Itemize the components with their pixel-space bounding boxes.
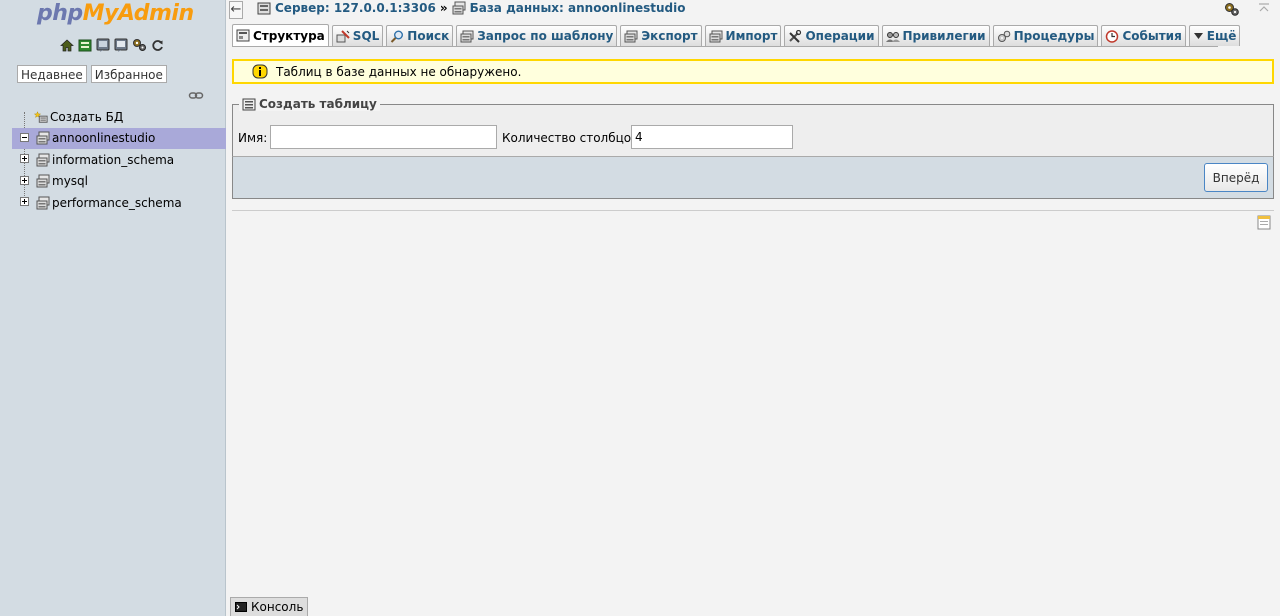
tab-label: SQL (352, 29, 380, 43)
database-name: information_schema (52, 152, 175, 167)
database-name: mysql (52, 174, 88, 189)
collapse-top-icon[interactable] (1258, 2, 1270, 14)
tab-label: Ещё (1206, 29, 1237, 43)
tab-label: Структура (253, 28, 325, 43)
settings-icon[interactable] (1224, 2, 1240, 17)
tab-operations[interactable]: Операции (784, 25, 879, 46)
tab-sql[interactable]: SQL (331, 25, 384, 46)
structure-icon (236, 29, 250, 42)
tab-label: Импорт (725, 29, 778, 43)
tab-search[interactable]: Поиск (386, 25, 454, 46)
reload-icon[interactable] (149, 37, 165, 53)
breadcrumb-server-link[interactable]: Сервер: 127.0.0.1:3306 (275, 1, 436, 15)
expand-icon[interactable] (20, 197, 29, 206)
recent-tables-button[interactable]: Недавнее (17, 65, 87, 83)
chevron-down-icon (1193, 33, 1203, 39)
legend-label: Создать таблицу (259, 97, 377, 111)
info-icon (252, 64, 268, 79)
breadcrumb-separator: » (439, 1, 448, 15)
database-item-mysql[interactable]: mysql (0, 171, 226, 193)
create-database-item[interactable]: Создать БД (0, 106, 226, 128)
go-button[interactable]: Вперёд (1204, 163, 1268, 192)
database-name: annoonlinestudio (52, 131, 156, 146)
tab-events[interactable]: События (1101, 25, 1186, 46)
privileges-icon (885, 31, 900, 42)
tab-label: Операции (805, 29, 875, 43)
collapse-icon[interactable] (20, 132, 29, 142)
navigation-tabs: Недавнее Избранное (17, 65, 167, 83)
create-table-fieldset: Создать таблицу Имя: Количество столбцов… (232, 97, 1274, 156)
events-icon (1106, 29, 1119, 43)
page-settings-icon[interactable] (1257, 215, 1271, 230)
query-icon (460, 30, 474, 42)
breadcrumb: Сервер: 127.0.0.1:3306 » База данных: an… (257, 1, 686, 15)
breadcrumb-database-link[interactable]: База данных: annoonlinestudio (470, 1, 686, 15)
navigation-panel: phpMyAdmin Недавнее Избранное Создать БД… (0, 0, 226, 616)
settings-icon[interactable] (131, 37, 147, 53)
logo-php: php (37, 1, 83, 26)
top-right-controls (1224, 2, 1270, 17)
database-icon (36, 153, 50, 167)
create-table-footer: Вперёд (232, 156, 1274, 199)
tab-label: Процедуры (1013, 29, 1095, 43)
docs-icon[interactable] (95, 37, 111, 53)
tabs-divider (232, 46, 1218, 47)
logo-myadmin: MyAdmin (82, 1, 194, 26)
tab-label: События (1122, 29, 1182, 43)
database-icon (36, 196, 50, 210)
console-toggle-button[interactable]: Консоль (230, 597, 309, 616)
tab-privileges[interactable]: Привилегии (881, 25, 990, 46)
exit-icon[interactable] (77, 37, 93, 53)
database-icon (452, 1, 466, 15)
import-icon (709, 30, 723, 42)
favorite-tables-button[interactable]: Избранное (90, 65, 167, 83)
tab-import[interactable]: Импорт (704, 25, 782, 46)
expand-icon[interactable] (20, 175, 29, 185)
create-database-label: Создать БД (50, 109, 124, 124)
notice-text: Таблиц в базе данных не обнаружено. (276, 64, 522, 79)
routines-icon (997, 30, 1010, 42)
tab-label: Привилегии (902, 29, 986, 43)
tab-query[interactable]: Запрос по шаблону (456, 25, 618, 46)
export-icon (624, 30, 638, 42)
main-panel: ← Сервер: 127.0.0.1:3306 » База данных: … (228, 0, 1280, 616)
tab-more[interactable]: Ещё (1188, 25, 1241, 46)
database-item-performance-schema[interactable]: performance_schema (0, 192, 226, 214)
table-name-input[interactable] (270, 125, 497, 149)
database-item-information-schema[interactable]: information_schema (0, 149, 226, 171)
phpmyadmin-logo[interactable]: phpMyAdmin (37, 1, 194, 27)
create-table-legend: Создать таблицу (239, 97, 380, 111)
sql-icon (336, 29, 350, 42)
link-with-main-panel-icon[interactable] (188, 90, 204, 102)
expand-icon[interactable] (20, 154, 29, 163)
database-tree: Создать БД annoonlinestudio information_… (0, 106, 226, 214)
database-tabs: Структура SQL Поиск Запрос по шаблону Эк… (232, 24, 1241, 47)
tab-label: Запрос по шаблону (477, 29, 614, 43)
search-icon (391, 30, 404, 43)
content-divider (232, 210, 1274, 211)
console-label: Консоль (251, 600, 304, 614)
tab-label: Поиск (407, 29, 450, 43)
tab-label: Экспорт (641, 29, 698, 43)
collapse-navigation-button[interactable]: ← (229, 1, 243, 19)
columns-count-label: Количество столбцов: (502, 131, 643, 145)
database-icon (36, 131, 50, 145)
new-database-icon (34, 110, 48, 123)
navigation-icons (59, 37, 165, 53)
notice-message: Таблиц в базе данных не обнаружено. (232, 59, 1274, 84)
home-icon[interactable] (59, 37, 75, 53)
sql-docs-icon[interactable] (113, 37, 129, 53)
new-table-icon (242, 98, 256, 110)
database-item-annoonlinestudio[interactable]: annoonlinestudio (12, 127, 226, 149)
tab-export[interactable]: Экспорт (620, 25, 702, 46)
operations-icon (789, 29, 802, 43)
tab-routines[interactable]: Процедуры (992, 25, 1099, 46)
database-icon (36, 174, 50, 188)
columns-count-input[interactable]: 4 (631, 125, 793, 149)
console-icon (235, 602, 247, 612)
tab-structure[interactable]: Структура (232, 24, 329, 46)
table-name-label: Имя: (238, 131, 268, 145)
database-name: performance_schema (52, 195, 182, 210)
server-icon (257, 2, 271, 14)
